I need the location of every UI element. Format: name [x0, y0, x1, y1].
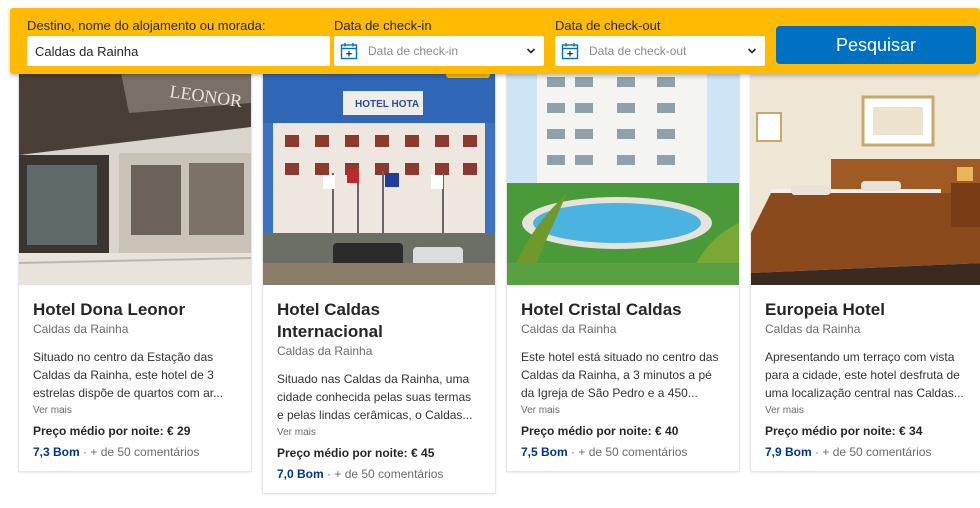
rating-score: 7,9 Bom: [765, 445, 812, 459]
checkin-label: Data de check-in: [334, 18, 432, 33]
hotel-price: Preço médio por noite: € 34: [765, 424, 923, 438]
hotel-card[interactable]: LEONOR Hotel Dona Leonor Caldas da Rainh…: [18, 62, 252, 472]
hotel-description: Apresentando um terraço com vista para a…: [765, 350, 964, 400]
hotel-rating: 7,9 Bom · + de 50 comentários: [765, 445, 967, 459]
hotel-price: Preço médio por noite: € 40: [521, 424, 679, 438]
chevron-down-icon: [526, 48, 536, 54]
hotel-photo[interactable]: HOTEL HOTA: [263, 63, 495, 285]
checkout-placeholder: Data de check-out: [589, 44, 687, 58]
hotel-name[interactable]: Hotel Caldas Internacional: [277, 299, 481, 343]
rating-score: 7,3 Bom: [33, 445, 80, 459]
review-count: · + de 50 comentários: [323, 467, 444, 481]
hotel-name[interactable]: Europeia Hotel: [765, 299, 967, 321]
page: Destino, nome do alojamento ou morada: D…: [0, 0, 980, 508]
hotel-rating: 7,0 Bom · + de 50 comentários: [277, 467, 481, 481]
hotel-rating: 7,3 Bom · + de 50 comentários: [33, 445, 237, 459]
hotel-description: Situado nas Caldas da Rainha, uma cidade…: [277, 372, 473, 422]
see-more-link[interactable]: Ver mais: [277, 427, 481, 438]
svg-text:HOTEL HOTA: HOTEL HOTA: [355, 99, 419, 110]
rating-score: 7,0 Bom: [277, 467, 324, 481]
hotel-location: Caldas da Rainha: [765, 322, 861, 336]
hotel-description: Este hotel está situado no centro das Ca…: [521, 350, 719, 400]
see-more-link[interactable]: Ver mais: [521, 405, 725, 416]
checkin-field[interactable]: Data de check-in: [334, 36, 544, 66]
checkout-label: Data de check-out: [555, 18, 661, 33]
checkin-placeholder: Data de check-in: [368, 44, 459, 58]
see-more-link[interactable]: Ver mais: [765, 405, 967, 416]
destination-label: Destino, nome do alojamento ou morada:: [27, 18, 266, 33]
hotel-name[interactable]: Hotel Dona Leonor: [33, 299, 237, 321]
hotel-card[interactable]: HOTEL HOTA Hotel Caldas Internacional Ca…: [262, 62, 496, 494]
see-more-link[interactable]: Ver mais: [33, 405, 237, 416]
hotel-card[interactable]: Hotel Cristal Caldas Caldas da Rainha Es…: [506, 62, 740, 472]
checkout-field[interactable]: Data de check-out: [555, 36, 765, 66]
hotel-price: Preço médio por noite: € 45: [277, 446, 435, 460]
search-button[interactable]: Pesquisar: [776, 26, 976, 64]
chevron-down-icon: [747, 48, 757, 54]
destination-field[interactable]: [27, 36, 330, 66]
hotel-card[interactable]: Europeia Hotel Caldas da Rainha Apresent…: [750, 62, 980, 472]
hotel-photo[interactable]: LEONOR: [19, 63, 251, 285]
calendar-icon: [561, 43, 579, 60]
review-count: · + de 50 comentários: [79, 445, 200, 459]
hotel-price: Preço médio por noite: € 29: [33, 424, 191, 438]
review-count: · + de 50 comentários: [567, 445, 688, 459]
hotel-photo[interactable]: [751, 63, 980, 285]
calendar-icon: [340, 43, 358, 60]
hotel-location: Caldas da Rainha: [33, 322, 129, 336]
hotel-location: Caldas da Rainha: [521, 322, 617, 336]
hotel-photo[interactable]: [507, 63, 739, 285]
destination-input[interactable]: [27, 36, 330, 66]
review-count: · + de 50 comentários: [811, 445, 932, 459]
rating-score: 7,5 Bom: [521, 445, 568, 459]
hotel-description: Situado no centro da Estação das Caldas …: [33, 350, 224, 400]
hotel-rating: 7,5 Bom · + de 50 comentários: [521, 445, 725, 459]
hotel-name[interactable]: Hotel Cristal Caldas: [521, 299, 725, 321]
search-bar: Destino, nome do alojamento ou morada: D…: [10, 8, 980, 74]
hotel-location: Caldas da Rainha: [277, 344, 373, 358]
